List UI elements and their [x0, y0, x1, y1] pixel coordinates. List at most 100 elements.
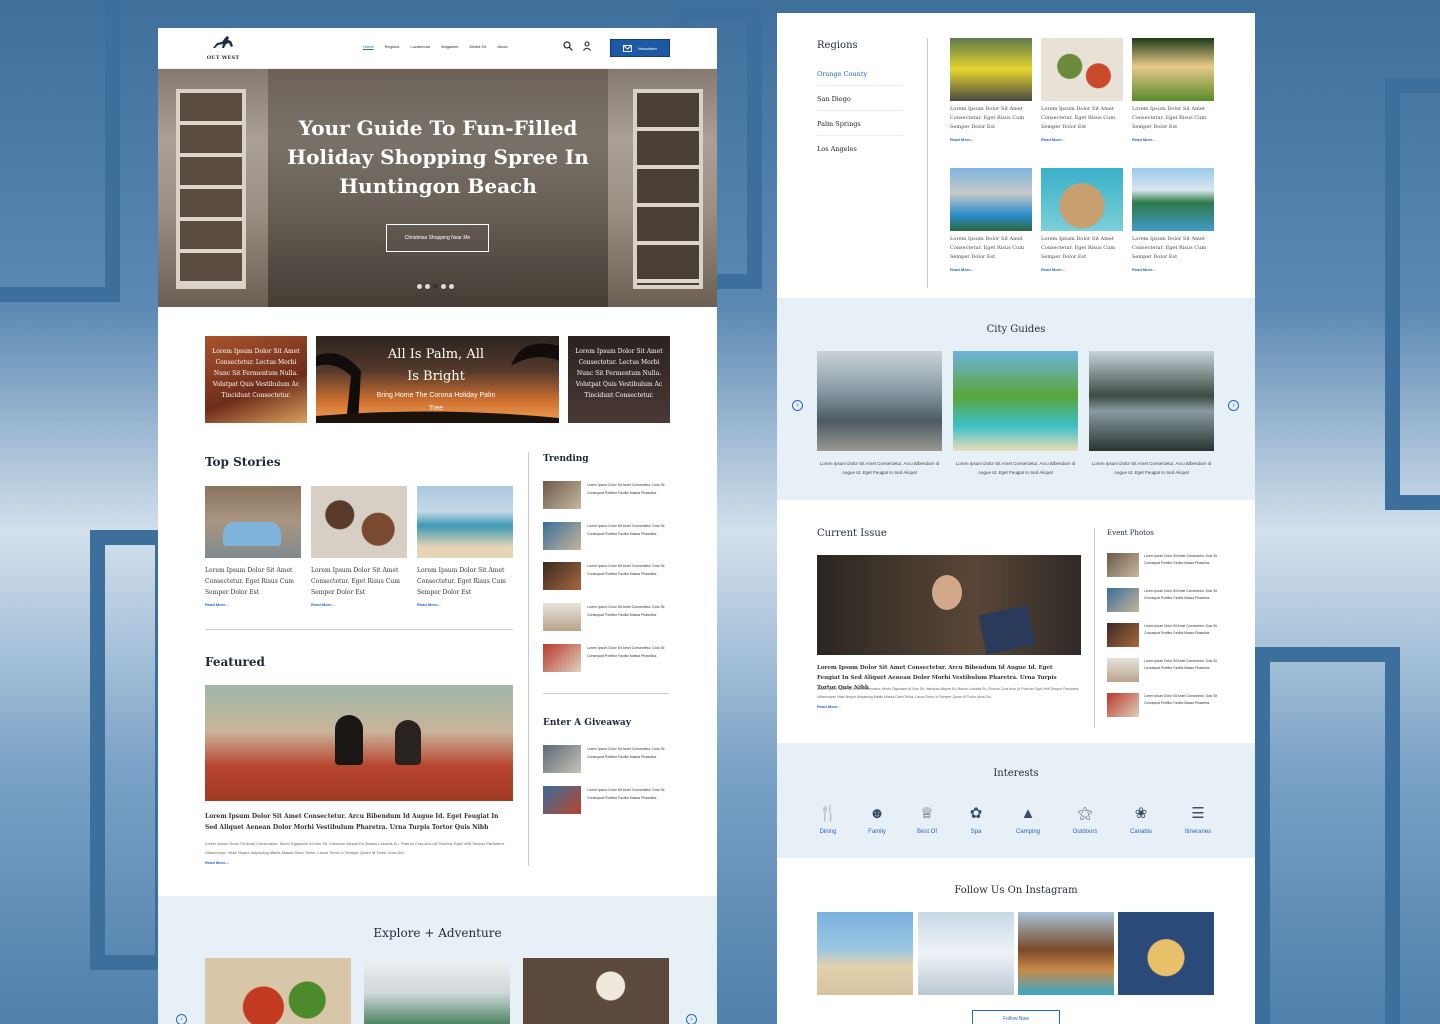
read-more-link[interactable]: Read More... [1132, 137, 1156, 142]
region-image-infinity-pool[interactable] [1132, 168, 1214, 231]
read-more-link[interactable]: Read More... [950, 267, 974, 272]
trending-item[interactable]: Lorem Ipsum Dolor Sit Amet Consectetur. … [543, 522, 669, 552]
instagram-image-cabin[interactable] [1018, 912, 1114, 995]
read-more-link[interactable]: Read More... [205, 602, 229, 607]
slider-dot[interactable] [441, 284, 446, 289]
slider-dot-active[interactable] [433, 284, 438, 289]
read-more-link[interactable]: Read More... [205, 860, 229, 865]
read-more-link[interactable]: Read More... [417, 602, 441, 607]
event-photo-item[interactable]: Lorem Ipsum Dolor Sit Amet Consectetur. … [1107, 623, 1227, 649]
read-more-link[interactable]: Read More... [1041, 137, 1065, 142]
slider-dot[interactable] [425, 284, 430, 289]
nav-magazine[interactable]: Magazine [441, 44, 458, 49]
event-photo-item[interactable]: Lorem Ipsum Dolor Sit Amet Consectetur. … [1107, 553, 1227, 579]
search-icon[interactable] [563, 41, 573, 51]
event-photo-thumb [1107, 588, 1139, 612]
carousel-next-arrow[interactable]: › [686, 1014, 697, 1024]
trending-item[interactable]: Lorem Ipsum Dolor Sit Amet Consectetur. … [543, 644, 669, 674]
region-image-food[interactable] [1041, 38, 1123, 101]
featured-image[interactable] [205, 685, 513, 801]
read-more-link[interactable]: Read More... [311, 602, 335, 607]
divider [817, 110, 903, 111]
user-icon[interactable] [582, 41, 592, 51]
instagram-image-beach[interactable] [817, 912, 913, 995]
top-stories-heading: Top Stories [205, 455, 281, 469]
divider [205, 629, 513, 630]
interest-canabis[interactable]: ❀ Canabis [1121, 803, 1161, 835]
nav-home[interactable]: Home [363, 44, 374, 49]
carousel-prev-arrow[interactable]: ‹ [792, 400, 803, 411]
region-los-angeles[interactable]: Los Angeles [817, 145, 857, 153]
story-image-car[interactable] [205, 486, 301, 558]
region-image-drink[interactable] [1132, 38, 1214, 101]
giveaway-item[interactable]: Lorem Ipsum Dolor Sit Amet Consectetur. … [543, 745, 669, 775]
promo-card-right[interactable]: Lorem Ipsum Dolor Sit Amet Consectetur. … [568, 336, 670, 423]
slider-dot[interactable] [417, 284, 422, 289]
interest-dining[interactable]: 🍴 Dining [808, 803, 848, 835]
giveaway-thumb [543, 786, 581, 814]
trending-item[interactable]: Lorem Ipsum Dolor Sit Amet Consectetur. … [543, 562, 669, 592]
interest-camping[interactable]: ▲ Camping [1008, 803, 1048, 835]
region-palm-springs[interactable]: Palm Springs [817, 120, 861, 128]
story-image-beach[interactable] [417, 486, 513, 558]
region-image-hat[interactable] [1041, 168, 1123, 231]
slider-dot[interactable] [449, 284, 454, 289]
interest-outdoors[interactable]: ⚝ Outdoors [1065, 803, 1105, 835]
newsletter-button[interactable]: Newsletter [610, 39, 670, 57]
hero-cta-button[interactable]: Christmas Shopping Near Me [386, 224, 489, 252]
city-guide-image-lake[interactable] [1089, 351, 1214, 451]
interest-best-of[interactable]: ♕ Best Of [907, 803, 947, 835]
city-guide-text: Lorem Ipsum Dolor Sit Amet Consectetur. … [955, 461, 1076, 475]
nav-localendar[interactable]: Localendar [410, 44, 430, 49]
nav-regions[interactable]: Regions [385, 44, 400, 49]
instagram-image-breakfast[interactable] [1118, 912, 1214, 995]
promo-card-left[interactable]: Lorem Ipsum Dolor Sit Amet Consectetur. … [205, 336, 307, 423]
promo-card-center[interactable]: All Is Palm, All Is Bright Bring Home Th… [316, 336, 559, 423]
nav-media-kit[interactable]: Media Kit [470, 44, 487, 49]
homepage-panel: OUT WEST Home Regions Localendar Magazin… [158, 28, 717, 1024]
story-image-food[interactable] [311, 486, 407, 558]
read-more-link[interactable]: Read More... [1041, 267, 1065, 272]
event-photo-item[interactable]: Lorem Ipsum Dolor Sit Amet Consectetur. … [1107, 658, 1227, 684]
sidebar-divider [528, 452, 529, 866]
interest-itineraries[interactable]: ☰ Itineraries [1178, 803, 1218, 835]
interests-heading: Interests [993, 768, 1039, 779]
giveaway-item[interactable]: Lorem Ipsum Dolor Sit Amet Consectetur. … [543, 786, 669, 816]
event-photo-item[interactable]: Lorem Ipsum Dolor Sit Amet Consectetur. … [1107, 693, 1227, 719]
event-photo-thumb [1107, 658, 1139, 682]
city-guides-heading: City Guides [986, 324, 1046, 335]
read-more-link[interactable]: Read More... [950, 137, 974, 142]
region-san-diego[interactable]: San Diego [817, 95, 851, 103]
city-guide-image-mountains[interactable] [817, 351, 942, 451]
site-logo[interactable]: OUT WEST [205, 34, 241, 61]
site-header: OUT WEST Home Regions Localendar Magazin… [158, 28, 717, 69]
hero-slider[interactable]: Your Guide To Fun-Filled Holiday Shoppin… [158, 69, 717, 307]
current-issue-image[interactable] [817, 555, 1081, 655]
region-image-pool[interactable] [950, 168, 1032, 231]
explore-image-food[interactable] [205, 958, 351, 1024]
interest-family[interactable]: ☻ Family [857, 803, 897, 835]
event-photo-item[interactable]: Lorem Ipsum Dolor Sit Amet Consectetur. … [1107, 588, 1227, 614]
nav-about[interactable]: About [497, 44, 507, 49]
trending-heading: Trending [543, 454, 589, 464]
interest-label: Outdoors [1072, 829, 1098, 835]
story-text: Lorem Ipsum Dolor Sit Amet Consectetur. … [417, 567, 506, 596]
city-guide-image-palms[interactable] [953, 351, 1078, 451]
trending-item[interactable]: Lorem Ipsum Dolor Sit Amet Consectetur. … [543, 481, 669, 511]
region-image-car[interactable] [950, 38, 1032, 101]
interest-spa[interactable]: ✿ Spa [956, 803, 996, 835]
instagram-heading: Follow Us On Instagram [954, 885, 1078, 896]
read-more-link[interactable]: Read More... [1132, 267, 1156, 272]
carousel-next-arrow[interactable]: › [1228, 400, 1239, 411]
background-frame [0, 0, 120, 302]
instagram-image-snow[interactable] [918, 912, 1014, 995]
trending-item[interactable]: Lorem Ipsum Dolor Sit Amet Consectetur. … [543, 603, 669, 633]
story-text: Lorem Ipsum Dolor Sit Amet Consectetur. … [311, 567, 400, 596]
explore-image-hotel[interactable] [364, 958, 510, 1024]
follow-now-button[interactable]: Follow Now [972, 1010, 1060, 1024]
explore-image-cafe[interactable] [523, 958, 669, 1024]
read-more-link[interactable]: Read More... [817, 704, 841, 709]
region-orange-county[interactable]: Orange County [817, 70, 867, 78]
carousel-prev-arrow[interactable]: ‹ [176, 1014, 187, 1024]
event-photo-thumb [1107, 693, 1139, 717]
